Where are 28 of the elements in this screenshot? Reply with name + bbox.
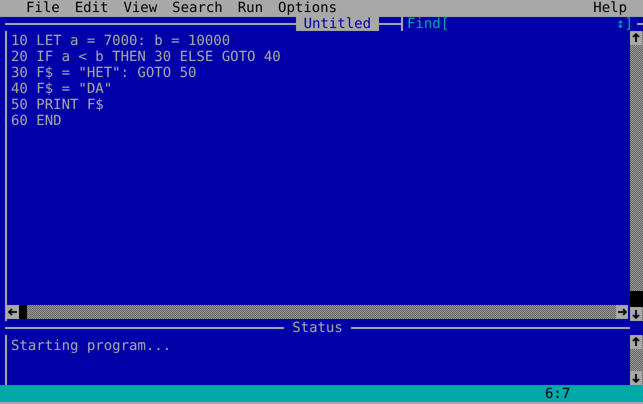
down-arrow-icon[interactable] [630, 307, 642, 321]
left-arrow-icon[interactable] [7, 305, 19, 319]
code-line: 60 END [11, 113, 63, 129]
vertical-scrollbar[interactable] [630, 31, 643, 321]
menu-item[interactable]: File [26, 0, 60, 17]
cursor-position: 6:7 [545, 386, 570, 402]
help-menu[interactable]: Help [593, 0, 627, 17]
up-arrow-icon[interactable] [630, 335, 642, 349]
up-arrow-icon[interactable] [630, 31, 642, 45]
menu-item[interactable]: Run [238, 0, 264, 17]
code-line: 10 LET a = 7000: b = 10000 [11, 33, 232, 49]
scroll-thumb[interactable] [19, 305, 27, 319]
horizontal-scrollbar[interactable] [7, 305, 628, 319]
menu-item[interactable]: Search [172, 0, 223, 17]
down-arrow-icon[interactable] [630, 371, 642, 385]
code-line: 30 F$ = "HET": GOTO 50 [11, 65, 198, 81]
scroll-thumb[interactable] [630, 291, 643, 307]
code-line: 50 PRINT F$ [11, 97, 105, 113]
window-title: Untitled [296, 17, 379, 31]
right-arrow-icon[interactable] [616, 305, 628, 319]
menu-item[interactable]: Options [278, 0, 338, 17]
code-line: 40 F$ = "DA" [11, 81, 114, 97]
vertical-scrollbar[interactable] [630, 335, 643, 385]
status-message: Starting program... [10, 337, 172, 356]
menu-item[interactable]: View [123, 0, 158, 17]
code-line: 20 IF a < b THEN 30 ELSE GOTO 40 [11, 49, 282, 65]
menu-item[interactable]: Edit [74, 0, 108, 17]
code-editor[interactable]: 10 LET a = 7000: b = 10000 20 IF a < b THEN 30 ELSE GOTO 40 30 F$ = "HET": GOTO 50 40 F$ = "DA" 50 PRINT F$ 60 END [7, 31, 630, 305]
